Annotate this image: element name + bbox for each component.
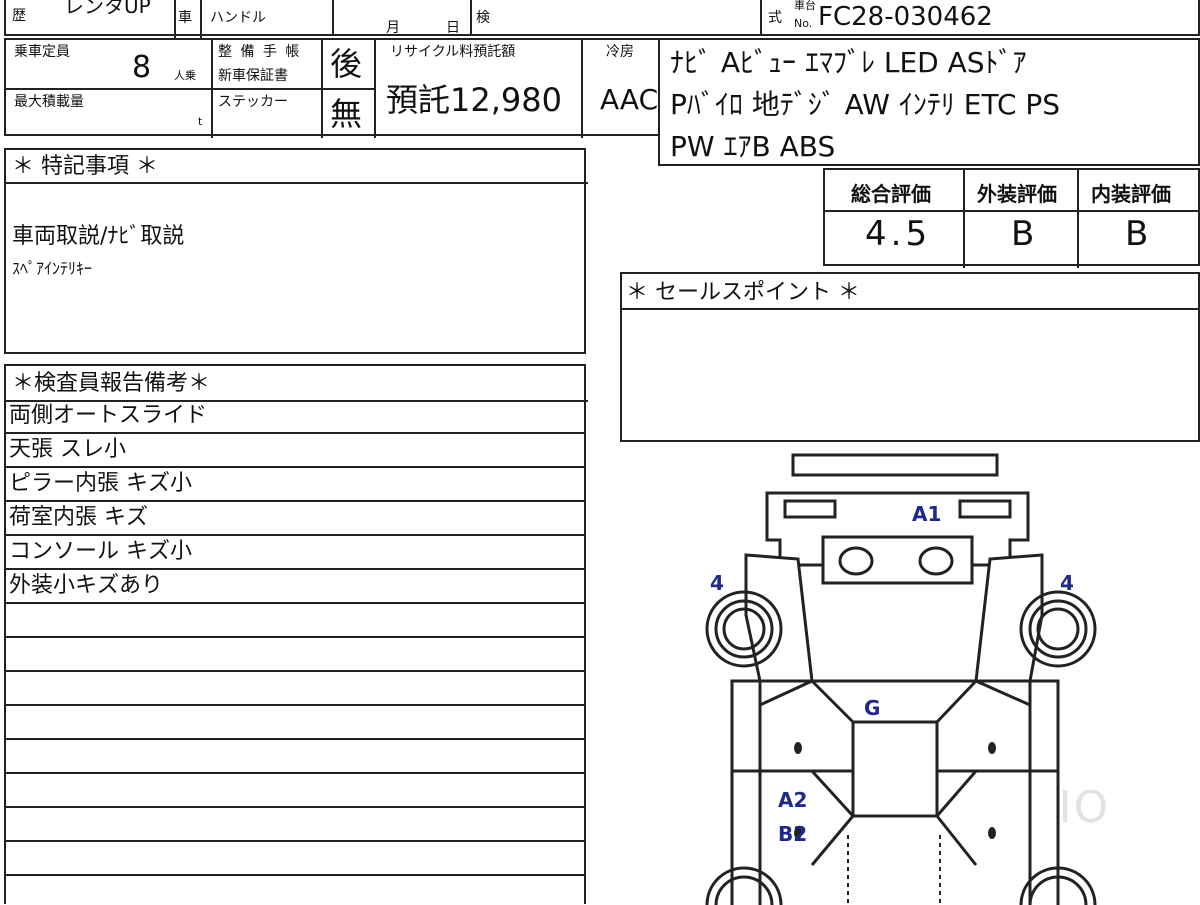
remark-row-4: 荷室内張 キズ [6, 502, 584, 536]
overall-rating-value: 4.5 [865, 214, 932, 254]
inspection-label-box: 検 [470, 0, 770, 36]
diagram-mark-left-side-1: A2 [778, 788, 807, 812]
remark-row-empty [6, 808, 584, 842]
remark-row-1: 両側オートスライド [6, 400, 584, 434]
special-notes-line-1: 車両取説/ﾅﾋﾞ取説 [12, 224, 185, 249]
overall-rating-label: 総合評価 [851, 182, 931, 206]
capacity-value: 8 [132, 50, 152, 85]
history-label: 歴 [12, 8, 26, 24]
sales-point-title: ＊ セールスポイント ＊ [626, 280, 860, 305]
model-prefix: 式 [768, 10, 782, 26]
equipment-line-2: Pﾊﾞｲﾛ 地ﾃﾞｼﾞ AW ｲﾝﾃﾘ ETC PS [670, 88, 1061, 121]
roof [851, 720, 939, 818]
sticker-value: 無 [330, 95, 363, 133]
inspection-day: 日 [446, 20, 460, 36]
remark-row-6: 外装小キズあり [6, 570, 584, 604]
special-notes-box: ＊ 特記事項 ＊ 車両取説/ﾅﾋﾞ取説 ｽﾍﾟｱｲﾝﾃﾘｷｰ [4, 148, 588, 354]
steering-value: ハンドル [210, 10, 266, 26]
exterior-rating-label: 外装評価 [977, 182, 1057, 206]
history-value: レンタUP [64, 0, 151, 18]
exterior-rating-value: B [1011, 214, 1035, 254]
steering-label: 車 [178, 10, 192, 26]
max-load-label: 最大積載量 [14, 94, 84, 110]
ratings-box: 総合評価 4.5 外装評価 B 内装評価 B [823, 168, 1200, 268]
diagram-mark-left-side-2: B2 [778, 822, 807, 846]
capacity-unit: 人乗 [174, 69, 196, 82]
cowl [821, 535, 974, 585]
diagram-mark-front: A1 [912, 502, 941, 526]
front-bumper [791, 453, 999, 477]
inspector-remarks-title: ＊検査員報告備考＊ [12, 371, 211, 396]
remark-row-empty [6, 638, 584, 672]
grille-right [958, 499, 1012, 519]
info-grid: 乗車定員 8 人乗 整 備 手 帳 新車保証書 後 リサイクル料預託額 預託12… [4, 38, 662, 138]
inspection-date-box: 月 日 [332, 0, 472, 36]
chassis-label-bottom: No. [794, 17, 813, 30]
chassis-label-top: 車台 [794, 0, 816, 12]
recycle-label: リサイクル料預託額 [390, 44, 516, 60]
remark-row-empty [6, 842, 584, 876]
inspection-month: 月 [386, 20, 400, 36]
remark-row-empty [6, 774, 584, 808]
special-notes-title: ＊ 特記事項 ＊ [12, 154, 158, 179]
capacity-label: 乗車定員 [14, 44, 70, 60]
remark-row-5: コンソール キズ小 [6, 536, 584, 570]
remark-row-empty [6, 604, 584, 638]
recycle-value: 預託12,980 [386, 81, 562, 119]
inspector-remarks-box: ＊検査員報告備考＊ 両側オートスライド 天張 スレ小 ピラー内張 キズ小 荷室内… [4, 364, 588, 904]
maintenance-label: 整 備 手 帳 [218, 44, 302, 60]
remark-row-empty [6, 672, 584, 706]
remark-row-empty [6, 706, 584, 740]
interior-rating-value: B [1125, 214, 1149, 254]
ac-value: AAC [600, 83, 659, 116]
remark-row-3: ピラー内張 キズ小 [6, 468, 584, 502]
top-row: 歴 レンタUP 車 ハンドル [4, 0, 334, 38]
inspection-label: 検 [476, 10, 490, 26]
diagram-mark-right-front-tire: 4 [1060, 571, 1074, 595]
grille-left [783, 499, 837, 519]
vehicle-condition-diagram: A1 4 4 G A2 B2 [705, 453, 1097, 905]
chassis-number: FC28-030462 [818, 2, 993, 32]
interior-rating-label: 内装評価 [1091, 182, 1171, 206]
ac-label: 冷房 [606, 44, 634, 60]
chassis-box: 式 車台 No. FC28-030462 [760, 0, 1200, 36]
diagram-mark-roof: G [864, 696, 880, 720]
equipment-box: ﾅﾋﾞ Aﾋﾞｭｰ ｴﾏﾌﾞﾚ LED ASﾄﾞｱ Pﾊﾞｲﾛ 地ﾃﾞｼﾞ AW… [658, 38, 1200, 166]
remark-row-2: 天張 スレ小 [6, 434, 584, 468]
warranty-label: 新車保証書 [218, 68, 288, 84]
special-notes-line-2: ｽﾍﾟｱｲﾝﾃﾘｷｰ [12, 259, 93, 278]
maintenance-value: 後 [330, 45, 363, 83]
equipment-line-1: ﾅﾋﾞ Aﾋﾞｭｰ ｴﾏﾌﾞﾚ LED ASﾄﾞｱ [670, 46, 1027, 79]
max-load-unit: t [198, 115, 203, 128]
remark-row-empty [6, 740, 584, 774]
sticker-label: ステッカー [218, 94, 288, 110]
sales-point-box: ＊ セールスポイント ＊ [620, 272, 1200, 442]
diagram-mark-left-front-tire: 4 [710, 571, 724, 595]
equipment-line-3: PW ｴｱB ABS [670, 130, 836, 163]
